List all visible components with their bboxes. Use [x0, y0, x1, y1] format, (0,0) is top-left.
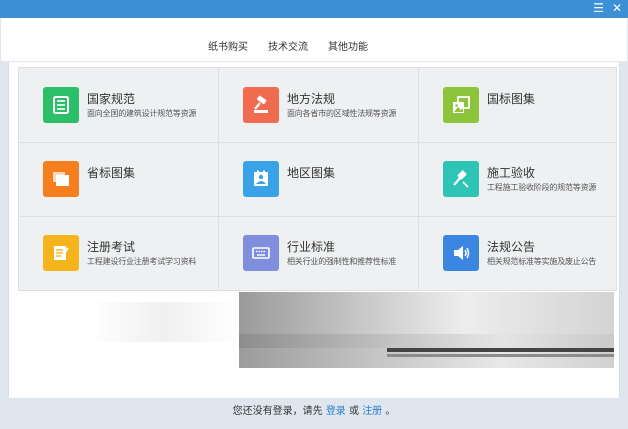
speaker-icon — [443, 235, 479, 271]
hammer-icon — [443, 161, 479, 197]
tile-title: 法规公告 — [487, 240, 536, 254]
banner-stripe — [387, 348, 614, 352]
keyboard-icon — [243, 235, 279, 271]
tile-title: 注册考试 — [87, 240, 136, 254]
category-grid: 国家规范 面向全国的建筑设计规范等资源 地方法规 面向各省市的区域性法规等资源 … — [18, 67, 617, 291]
tile-description: 工程施工验收阶段的规范等资源 — [487, 183, 597, 192]
login-prompt-suffix: 。 — [385, 406, 396, 417]
tile-title: 地区图集 — [287, 166, 336, 180]
login-prompt: 您还没有登录，请先 登录 或 注册 。 — [1, 402, 627, 426]
tile-construction-acceptance[interactable]: 施工验收 工程施工验收阶段的规范等资源 — [419, 142, 619, 216]
tile-national-atlas[interactable]: 国标图集 — [419, 68, 619, 142]
tile-regulation-announcements[interactable]: 法规公告 相关规范标准等实施及废止公告 — [419, 216, 619, 290]
promo-banner[interactable] — [239, 292, 614, 370]
nav-link-other-features[interactable]: 其他功能 — [328, 38, 368, 53]
login-link[interactable]: 登录 — [326, 406, 346, 417]
menu-icon[interactable]: ☰ — [593, 1, 604, 16]
stack-icon — [43, 161, 79, 197]
banner-stripe — [387, 354, 614, 357]
tile-registration-exam[interactable]: 注册考试 工程建设行业注册考试学习资料 — [19, 216, 219, 290]
tile-description: 相关规范标准等实施及废止公告 — [487, 257, 597, 266]
banner-blur-left — [89, 302, 239, 342]
tile-description: 面向各省市的区域性法规等资源 — [287, 109, 397, 118]
map-photo-icon — [243, 161, 279, 197]
app-window: 纸书购买 技术交流 其他功能 国家规范 面向全国的建筑设计规范等资源 地方法规 — [1, 18, 627, 428]
tile-title: 国家规范 — [87, 92, 136, 106]
tile-title: 地方法规 — [287, 92, 336, 106]
top-navigation: 纸书购买 技术交流 其他功能 — [1, 18, 627, 62]
tile-industry-standards[interactable]: 行业标准 相关行业的强制性和推荐性标准 — [219, 216, 419, 290]
edit-icon — [43, 235, 79, 271]
main-content: 国家规范 面向全国的建筑设计规范等资源 地方法规 面向各省市的区域性法规等资源 … — [8, 62, 620, 398]
tile-description: 相关行业的强制性和推荐性标准 — [287, 257, 397, 266]
gavel-icon — [243, 87, 279, 123]
tile-provincial-atlas[interactable]: 省标图集 — [19, 142, 219, 216]
document-icon — [43, 87, 79, 123]
tile-title: 国标图集 — [487, 92, 536, 106]
tile-national-codes[interactable]: 国家规范 面向全国的建筑设计规范等资源 — [19, 68, 219, 142]
tile-description: 工程建设行业注册考试学习资料 — [87, 257, 197, 266]
register-link[interactable]: 注册 — [362, 406, 382, 417]
close-icon[interactable]: ✕ — [612, 1, 622, 16]
login-prompt-or: 或 — [349, 406, 359, 417]
tile-regional-atlas[interactable]: 地区图集 — [219, 142, 419, 216]
tile-description: 面向全国的建筑设计规范等资源 — [87, 109, 197, 118]
nav-link-buy-books[interactable]: 纸书购买 — [208, 38, 248, 53]
tile-title: 省标图集 — [87, 166, 136, 180]
title-bar: ☰ ✕ — [0, 0, 628, 18]
image-icon — [443, 87, 479, 123]
tile-title: 行业标准 — [287, 240, 336, 254]
login-prompt-text: 您还没有登录，请先 — [232, 406, 323, 417]
tile-title: 施工验收 — [487, 166, 536, 180]
tile-local-regulations[interactable]: 地方法规 面向各省市的区域性法规等资源 — [219, 68, 419, 142]
nav-link-tech-exchange[interactable]: 技术交流 — [268, 38, 308, 53]
